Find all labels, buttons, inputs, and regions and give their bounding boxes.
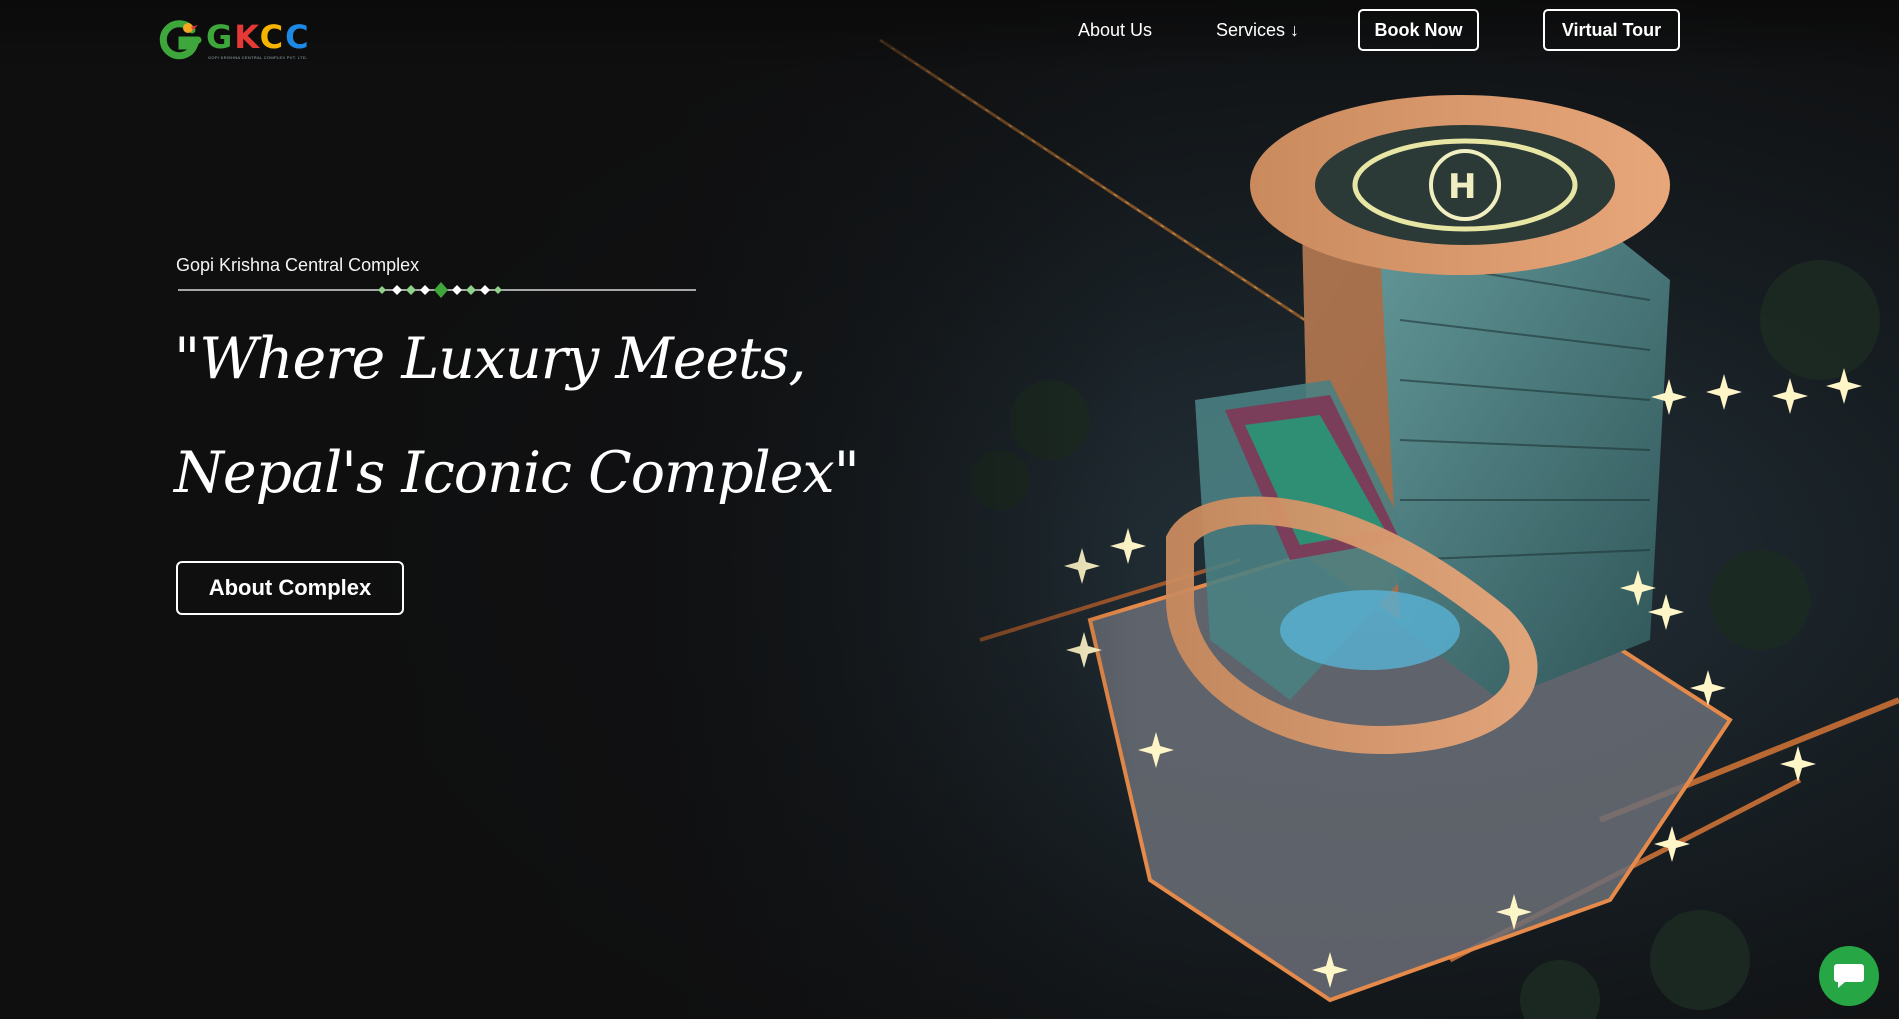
- logo-text: GKCC: [206, 18, 311, 56]
- about-complex-button[interactable]: About Complex: [176, 561, 404, 615]
- chat-button[interactable]: [1819, 946, 1879, 1006]
- hero-headline-line1: "Where Luxury Meets,: [174, 326, 806, 392]
- hero-background-image: H: [0, 0, 1899, 1019]
- gkcc-logo-icon: [159, 20, 202, 60]
- hero-headline-line2: Nepal's Iconic Complex": [174, 440, 860, 506]
- hero-subtitle: Gopi Krishna Central Complex: [176, 255, 420, 275]
- nav-services-dropdown[interactable]: Services ↓: [1216, 20, 1299, 41]
- gkcc-logo[interactable]: GKCC GOPI KRISHNA CENTRAL COMPLEX PVT. L…: [158, 18, 323, 66]
- chat-bubble-icon: [1834, 964, 1864, 988]
- nav-about-us[interactable]: About Us: [1078, 20, 1152, 41]
- top-navbar: GKCC GOPI KRISHNA CENTRAL COMPLEX PVT. L…: [0, 0, 1899, 70]
- virtual-tour-button[interactable]: Virtual Tour: [1543, 9, 1680, 51]
- logo-subtitle: GOPI KRISHNA CENTRAL COMPLEX PVT. LTD.: [208, 55, 308, 60]
- diamond-divider: [178, 282, 696, 298]
- book-now-button[interactable]: Book Now: [1358, 9, 1479, 51]
